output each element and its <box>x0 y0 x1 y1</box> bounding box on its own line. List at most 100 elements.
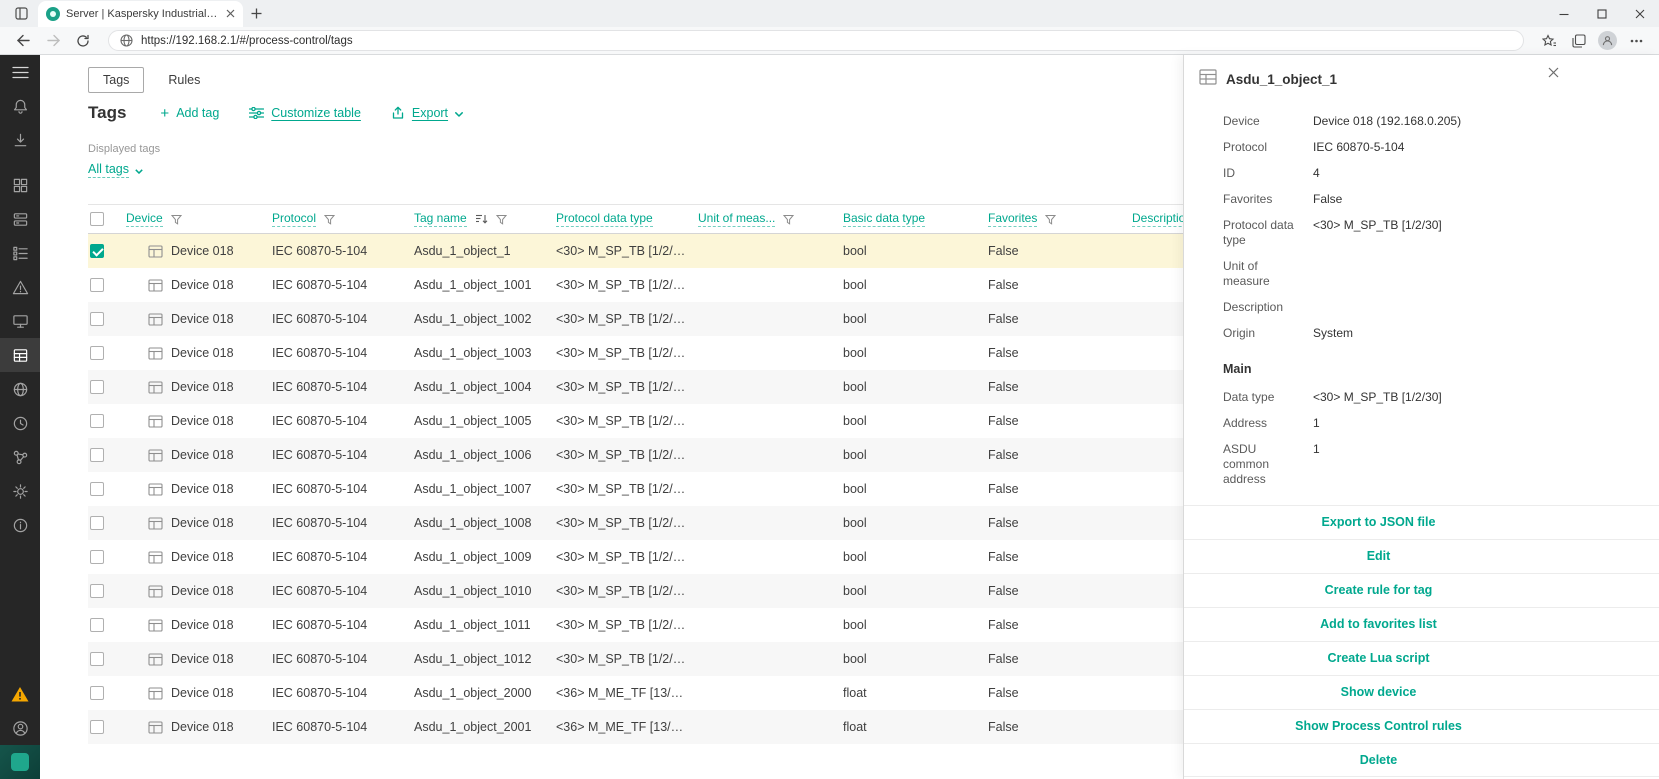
tab-tags[interactable]: Tags <box>88 67 144 93</box>
field-value: 1 <box>1313 416 1320 431</box>
window-close-button[interactable] <box>1621 0 1659 27</box>
column-tag-name[interactable]: Tag name <box>414 211 467 227</box>
action-create-lua-script-button[interactable]: Create Lua script <box>1184 641 1659 675</box>
column-protocol[interactable]: Protocol <box>272 211 316 227</box>
sort-icon[interactable] <box>475 213 488 225</box>
sidebar-item-events[interactable] <box>0 270 40 304</box>
new-tab-button[interactable] <box>243 1 269 27</box>
row-checkbox[interactable] <box>90 618 104 632</box>
tag-name-cell: Asdu_1_object_2000 <box>406 686 548 700</box>
profile-avatar[interactable] <box>1598 31 1617 50</box>
row-checkbox[interactable] <box>90 278 104 292</box>
sidebar-item-connections[interactable] <box>0 440 40 474</box>
url-text: https://192.168.2.1/#/process-control/ta… <box>141 35 353 47</box>
panel-close-icon[interactable] <box>1548 67 1559 78</box>
row-checkbox[interactable] <box>90 414 104 428</box>
sidebar-item-dashboard[interactable] <box>0 168 40 202</box>
back-icon[interactable] <box>12 30 34 52</box>
sidebar-item-menu[interactable] <box>0 55 40 89</box>
add-tag-button[interactable]: + Add tag <box>160 106 219 121</box>
select-all-checkbox[interactable] <box>90 212 104 226</box>
device-icon <box>148 483 163 496</box>
row-checkbox[interactable] <box>90 482 104 496</box>
export-button[interactable]: Export <box>391 106 463 120</box>
basic-data-type-cell: bool <box>835 278 980 292</box>
sidebar-item-settings[interactable] <box>0 474 40 508</box>
column-protocol-data-type[interactable]: Protocol data type <box>556 211 653 227</box>
filter-icon[interactable] <box>1045 214 1056 225</box>
column-unit-of-measure[interactable]: Unit of meas... <box>698 211 775 227</box>
url-input[interactable]: https://192.168.2.1/#/process-control/ta… <box>108 30 1524 51</box>
protocol-cell: IEC 60870-5-104 <box>264 618 406 632</box>
device-cell: Device 018 <box>118 312 264 326</box>
kaspersky-logo[interactable] <box>0 745 40 779</box>
row-checkbox[interactable] <box>90 312 104 326</box>
tab-rules[interactable]: Rules <box>154 68 214 92</box>
field-label: Origin <box>1223 326 1313 341</box>
browser-tab-strip: Server | Kaspersky Industrial Cyb... <box>0 0 1659 27</box>
protocol-cell: IEC 60870-5-104 <box>264 346 406 360</box>
row-checkbox[interactable] <box>90 686 104 700</box>
download-icon <box>12 132 29 149</box>
field-label: ID <box>1223 166 1313 181</box>
action-delete-button[interactable]: Delete <box>1184 743 1659 777</box>
device-cell: Device 018 <box>118 720 264 734</box>
column-basic-data-type[interactable]: Basic data type <box>843 211 925 227</box>
row-checkbox[interactable] <box>90 584 104 598</box>
favorites-icon[interactable] <box>1538 30 1560 52</box>
sidebar-item-tags[interactable] <box>0 338 40 372</box>
row-checkbox[interactable] <box>90 346 104 360</box>
export-icon <box>391 106 405 120</box>
sidebar-item-network[interactable] <box>0 372 40 406</box>
workspaces-icon[interactable] <box>8 0 34 27</box>
filter-icon[interactable] <box>171 214 182 225</box>
sidebar-item-about[interactable] <box>0 508 40 542</box>
sidebar-item-assets[interactable] <box>0 202 40 236</box>
action-export-to-json-file-button[interactable]: Export to JSON file <box>1184 505 1659 539</box>
action-show-device-button[interactable]: Show device <box>1184 675 1659 709</box>
refresh-icon[interactable] <box>72 30 94 52</box>
filter-icon[interactable] <box>783 214 794 225</box>
row-checkbox[interactable] <box>90 380 104 394</box>
collections-icon[interactable] <box>1568 30 1590 52</box>
forward-icon[interactable] <box>42 30 64 52</box>
sidebar-item-audit[interactable] <box>0 406 40 440</box>
row-checkbox[interactable] <box>90 652 104 666</box>
filter-icon[interactable] <box>324 214 335 225</box>
tab-close-icon[interactable] <box>226 9 235 18</box>
window-maximize-button[interactable] <box>1583 0 1621 27</box>
field-label: Address <box>1223 416 1313 431</box>
window-minimize-button[interactable] <box>1545 0 1583 27</box>
row-checkbox[interactable] <box>90 448 104 462</box>
favorites-cell: False <box>980 244 1124 258</box>
action-add-to-favorites-list-button[interactable]: Add to favorites list <box>1184 607 1659 641</box>
site-info-icon[interactable] <box>120 34 133 47</box>
sidebar-warning[interactable] <box>0 677 40 711</box>
sidebar-item-process-control[interactable] <box>0 236 40 270</box>
protocol-data-type-cell: <36> M_ME_TF [13/14... <box>548 686 690 700</box>
sidebar-account[interactable] <box>0 711 40 745</box>
filter-icon[interactable] <box>496 214 507 225</box>
action-edit-button[interactable]: Edit <box>1184 539 1659 573</box>
row-checkbox[interactable] <box>90 516 104 530</box>
gear-icon <box>12 483 29 500</box>
action-create-rule-for-tag-button[interactable]: Create rule for tag <box>1184 573 1659 607</box>
sidebar-item-monitoring[interactable] <box>0 304 40 338</box>
field-label: ASDU common address <box>1223 442 1313 487</box>
action-show-process-control-rules-button[interactable]: Show Process Control rules <box>1184 709 1659 743</box>
row-checkbox[interactable] <box>90 550 104 564</box>
row-checkbox[interactable] <box>90 244 104 258</box>
browser-menu-icon[interactable] <box>1625 30 1647 52</box>
row-checkbox[interactable] <box>90 720 104 734</box>
sidebar-item-downloads[interactable] <box>0 123 40 157</box>
device-cell: Device 018 <box>118 482 264 496</box>
column-favorites[interactable]: Favorites <box>988 211 1037 227</box>
column-device[interactable]: Device <box>126 211 163 227</box>
browser-tab[interactable]: Server | Kaspersky Industrial Cyb... <box>38 1 243 27</box>
globe-icon <box>12 381 29 398</box>
customize-table-button[interactable]: Customize table <box>249 106 361 120</box>
panel-field: Unit of measure <box>1223 259 1573 289</box>
favorites-cell: False <box>980 550 1124 564</box>
sidebar-item-notifications[interactable] <box>0 89 40 123</box>
all-tags-dropdown[interactable]: All tags <box>88 162 143 178</box>
